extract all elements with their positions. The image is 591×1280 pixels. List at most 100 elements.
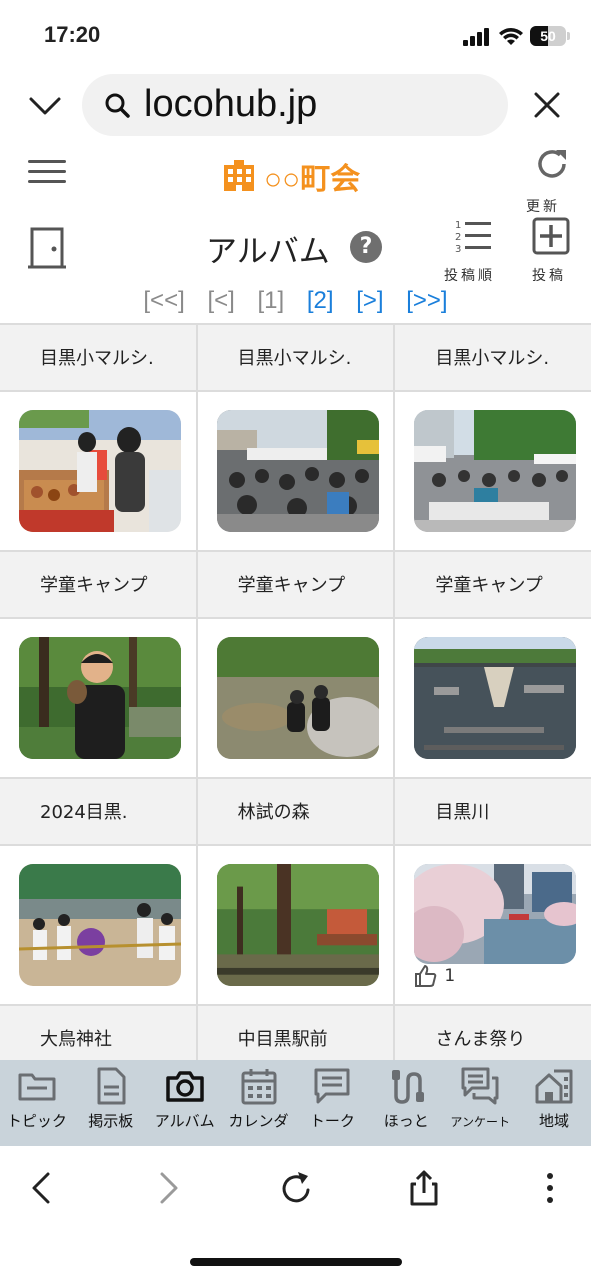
exit-door-icon[interactable] (28, 225, 66, 271)
svg-text:3: 3 (455, 244, 461, 255)
cellular-signal-icon (463, 28, 489, 46)
album-photo-boy-forest[interactable] (19, 637, 181, 759)
hotline-icon (392, 1070, 425, 1104)
album-cell[interactable] (395, 619, 591, 777)
album-title-row: 目黒小マルシ. 目黒小マルシ. 目黒小マルシ. (0, 325, 591, 392)
close-icon[interactable] (532, 90, 562, 120)
album-photo-row (0, 392, 591, 552)
album-photo-kids-river[interactable] (216, 637, 379, 759)
pager-first[interactable]: [<<] (143, 287, 184, 315)
pager-page-1[interactable]: [1] (257, 287, 284, 315)
page-title: アルバム (206, 234, 330, 270)
like-count-value: 1 (444, 966, 456, 986)
address-field[interactable]: locohub.jp (82, 74, 508, 136)
tab-survey[interactable]: アンケート (443, 1060, 517, 1146)
add-square-icon (532, 217, 570, 255)
album-title[interactable]: 林試の森 (198, 779, 396, 844)
battery-tip (567, 32, 570, 40)
tab-label: トーク (309, 1112, 355, 1130)
folder-icon (18, 1073, 56, 1101)
share-icon[interactable] (404, 1168, 444, 1208)
url-text: locohub.jp (144, 83, 318, 125)
status-bar: 17:20 50 (0, 0, 591, 70)
album-title[interactable]: 目黒川 (395, 779, 591, 844)
sort-order-label: 投稿順 (444, 268, 495, 284)
refresh-button[interactable]: 更新 (526, 146, 572, 215)
album-cell[interactable] (395, 392, 591, 550)
album-photo-cherry-blossoms[interactable] (414, 864, 577, 964)
album-cell[interactable] (198, 846, 396, 1004)
album-cell[interactable] (0, 392, 198, 550)
tab-album[interactable]: アルバム (148, 1060, 222, 1146)
album-title-row: 大鳥神社 中目黒駅前 さんま祭り (0, 1006, 591, 1063)
chevron-down-icon[interactable] (28, 90, 62, 120)
wifi-icon (499, 28, 523, 45)
tab-label: アルバム (154, 1112, 215, 1130)
home-indicator (190, 1258, 402, 1266)
like-count[interactable]: 1 (414, 964, 455, 988)
pager-last[interactable]: [>>] (406, 287, 447, 315)
album-photo-park-trees[interactable] (216, 864, 379, 986)
album-grid: 目黒小マルシ. 目黒小マルシ. 目黒小マルシ. 学童キャンプ 学童キャンプ 学童… (0, 323, 591, 1063)
album-photo-tents-crowd[interactable] (414, 410, 577, 532)
tab-board[interactable]: 掲示板 (74, 1060, 148, 1146)
album-photo-festival-crowd[interactable] (216, 410, 379, 532)
album-cell[interactable] (198, 392, 396, 550)
album-title[interactable]: 目黒小マルシ. (395, 325, 591, 390)
battery-icon: 50 (530, 26, 566, 46)
refresh-label: 更新 (526, 199, 560, 215)
app-header: ○○町会 更新 (0, 140, 591, 215)
pager-next[interactable]: [>] (356, 287, 383, 315)
album-title[interactable]: さんま祭り (395, 1006, 591, 1063)
chat-icon (314, 1068, 350, 1104)
status-time: 17:20 (44, 22, 101, 47)
tab-label: カレンダ (228, 1112, 289, 1130)
refresh-icon (538, 150, 566, 178)
post-button[interactable]: 投稿 (528, 217, 574, 287)
album-title[interactable]: 大鳥神社 (0, 1006, 198, 1063)
svg-text:1: 1 (455, 220, 461, 231)
tab-hotline[interactable]: ほっと (369, 1060, 443, 1146)
browser-url-bar: locohub.jp (0, 72, 591, 138)
album-cell[interactable]: 1 (395, 846, 591, 1004)
org-brand: ○○町会 (222, 156, 360, 196)
forward-icon[interactable] (148, 1168, 188, 1208)
sorted-list-icon: 1 2 3 (455, 220, 491, 255)
tab-label: アンケート (450, 1115, 510, 1129)
hamburger-menu-icon[interactable] (28, 158, 66, 186)
pager-prev[interactable]: [<] (207, 287, 234, 315)
album-title[interactable]: 学童キャンプ (198, 552, 396, 617)
tab-label: ほっと (383, 1112, 429, 1130)
tab-region[interactable]: 地域 (517, 1060, 591, 1146)
help-icon[interactable]: ? (350, 231, 382, 263)
tab-calendar[interactable]: カレンダ (222, 1060, 296, 1146)
back-icon[interactable] (22, 1168, 62, 1208)
tab-talk[interactable]: トーク (296, 1060, 370, 1146)
album-cell[interactable] (198, 619, 396, 777)
thumbs-up-icon (415, 965, 437, 987)
app-tab-bar: トピック 掲示板 アルバム カレンダ トーク ほっと アンケート 地域 (0, 1060, 591, 1146)
album-cell[interactable] (0, 619, 198, 777)
tab-label: 地域 (539, 1112, 570, 1130)
post-label: 投稿 (532, 268, 566, 284)
tab-topic[interactable]: トピック (0, 1060, 74, 1146)
more-options-icon[interactable] (530, 1168, 570, 1208)
album-title[interactable]: 学童キャンプ (0, 552, 198, 617)
album-photo-tug-of-war[interactable] (19, 864, 181, 986)
pager-page-2[interactable]: [2] (307, 287, 334, 315)
album-title[interactable]: 目黒小マルシ. (0, 325, 198, 390)
album-photo-river-stones[interactable] (414, 637, 577, 759)
pagination: [<<] [<] [1] [2] [>] [>>] (0, 287, 591, 323)
reload-icon[interactable] (276, 1168, 316, 1208)
album-cell[interactable] (0, 846, 198, 1004)
album-title[interactable]: 中目黒駅前 (198, 1006, 396, 1063)
album-title[interactable]: 学童キャンプ (395, 552, 591, 617)
album-title[interactable]: 2024目黒. (0, 779, 198, 844)
page-title-row: アルバム ? 1 2 3 投稿順 投稿 (0, 215, 591, 290)
album-photo-market-stall[interactable] (19, 410, 181, 532)
calendar-icon (241, 1069, 277, 1105)
album-title[interactable]: 目黒小マルシ. (198, 325, 396, 390)
album-title-row: 学童キャンプ 学童キャンプ 学童キャンプ (0, 552, 591, 619)
survey-icon (461, 1067, 499, 1105)
sort-order-button[interactable]: 1 2 3 投稿順 (444, 217, 500, 287)
